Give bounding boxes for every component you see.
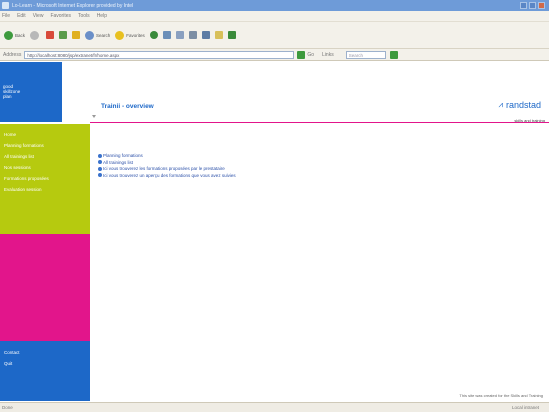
back-label: Back [15,32,26,38]
sidebar-nav-blue: Contact Quit [0,341,90,401]
menu-view[interactable]: View [33,13,44,19]
url-input[interactable]: http://localhost:8080/jsp/extranet/fr/ho… [24,50,295,59]
go-icon[interactable] [297,50,306,59]
search-input[interactable]: Search [345,50,386,59]
edit-icon[interactable] [201,31,210,39]
logo-spacer [62,62,90,122]
list-item[interactable]: All trainings list [98,160,236,165]
logo-area: good skillzone plan [0,62,90,122]
link-all-trainings[interactable]: All trainings list [103,160,133,165]
address-label: Address [3,51,22,58]
window-title: Lo-Learn - Microsoft Internet Explorer p… [12,2,134,9]
search-go-icon[interactable] [389,50,398,59]
menu-bar: File Edit View Favorites Tools Help [0,11,549,22]
address-bar: Address http://localhost:8080/jsp/extran… [0,49,549,61]
print-icon[interactable] [188,31,197,39]
collapse-arrow-icon[interactable] [92,115,96,118]
logo-block[interactable]: good skillzone plan [0,62,62,122]
randstad-logo-icon: ⩘ [498,100,503,109]
sidebar-item-planning[interactable]: Planning formations [0,140,90,151]
menu-tools[interactable]: Tools [78,13,90,19]
sidebar-item-home[interactable]: Home [0,129,90,140]
history-icon[interactable] [162,31,171,39]
footer-text: This site was created for the Skills and… [459,393,543,398]
media-icon[interactable] [149,31,158,39]
list-item[interactable]: Planning formations [98,153,236,158]
stop-icon[interactable] [46,31,55,39]
search-icon [85,30,95,40]
sidebar-item-evaluation[interactable]: Evaluation session [0,184,90,195]
link-planning[interactable]: Planning formations [103,153,143,158]
main-content: Trainii - overview ⩘ randstad skills and… [90,62,549,402]
bullet-icon [98,153,102,158]
menu-help[interactable]: Help [97,13,107,19]
refresh-icon[interactable] [59,31,68,39]
bullet-icon [98,160,102,164]
sidebar: good skillzone plan Home Planning format… [0,62,90,402]
page-viewport: good skillzone plan Home Planning format… [0,62,549,402]
logo-line: plan [3,94,12,99]
ie-icon [2,2,9,9]
menu-favorites[interactable]: Favorites [50,13,71,19]
status-text: Done [2,405,13,410]
mail-icon[interactable] [175,31,184,39]
brand-logo: ⩘ randstad [498,100,541,110]
close-button[interactable] [538,2,545,9]
sidebar-panel-pink [0,234,90,341]
sidebar-item-proposed[interactable]: Formations proposées [0,173,90,184]
star-icon [115,30,125,40]
sidebar-item-contact[interactable]: Contact [0,347,90,358]
maximize-button[interactable] [529,2,536,9]
messenger-icon[interactable] [227,31,236,39]
forward-button[interactable] [30,30,41,40]
back-arrow-icon [4,30,13,40]
go-label[interactable]: Go [307,52,314,58]
link-proposed-trainings[interactable]: Ici vous trouverez les formations propos… [103,166,225,171]
sidebar-item-all-trainings[interactable]: All trainings list [0,151,90,162]
header-divider [90,122,549,123]
search-label: Search [96,32,111,38]
favorites-button[interactable]: Favorites [115,30,145,40]
minimize-button[interactable] [520,2,527,9]
back-button[interactable]: Back [4,30,26,40]
favorites-label: Favorites [126,32,145,38]
brand-name: randstad [505,100,541,110]
list-item[interactable]: Ici vous trouverez les formations propos… [98,166,236,171]
window-titlebar: Lo-Learn - Microsoft Internet Explorer p… [0,0,549,11]
list-item[interactable]: Ici vous trouverez un aperçu des formati… [98,173,236,178]
sidebar-item-sessions[interactable]: Nos sessions [0,162,90,173]
page-title: Trainii - overview [101,103,154,110]
status-bar: Done Local intranet [0,402,549,412]
menu-file[interactable]: File [2,13,10,19]
security-zone: Local intranet [511,405,539,410]
sidebar-item-quit[interactable]: Quit [0,358,90,369]
bullet-icon [98,166,102,171]
bullet-icon [98,173,102,177]
link-list: Planning formations All trainings list I… [98,153,236,179]
sidebar-nav-green: Home Planning formations All trainings l… [0,124,90,234]
browser-toolbar: Back Search Favorites [0,22,549,49]
discuss-icon[interactable] [214,31,223,39]
links-label[interactable]: Links [322,52,334,58]
link-followed-trainings[interactable]: Ici vous trouverez un aperçu des formati… [103,173,236,178]
menu-edit[interactable]: Edit [17,13,26,19]
search-button[interactable]: Search [85,30,111,40]
home-icon[interactable] [72,31,81,39]
forward-arrow-icon [30,30,40,40]
